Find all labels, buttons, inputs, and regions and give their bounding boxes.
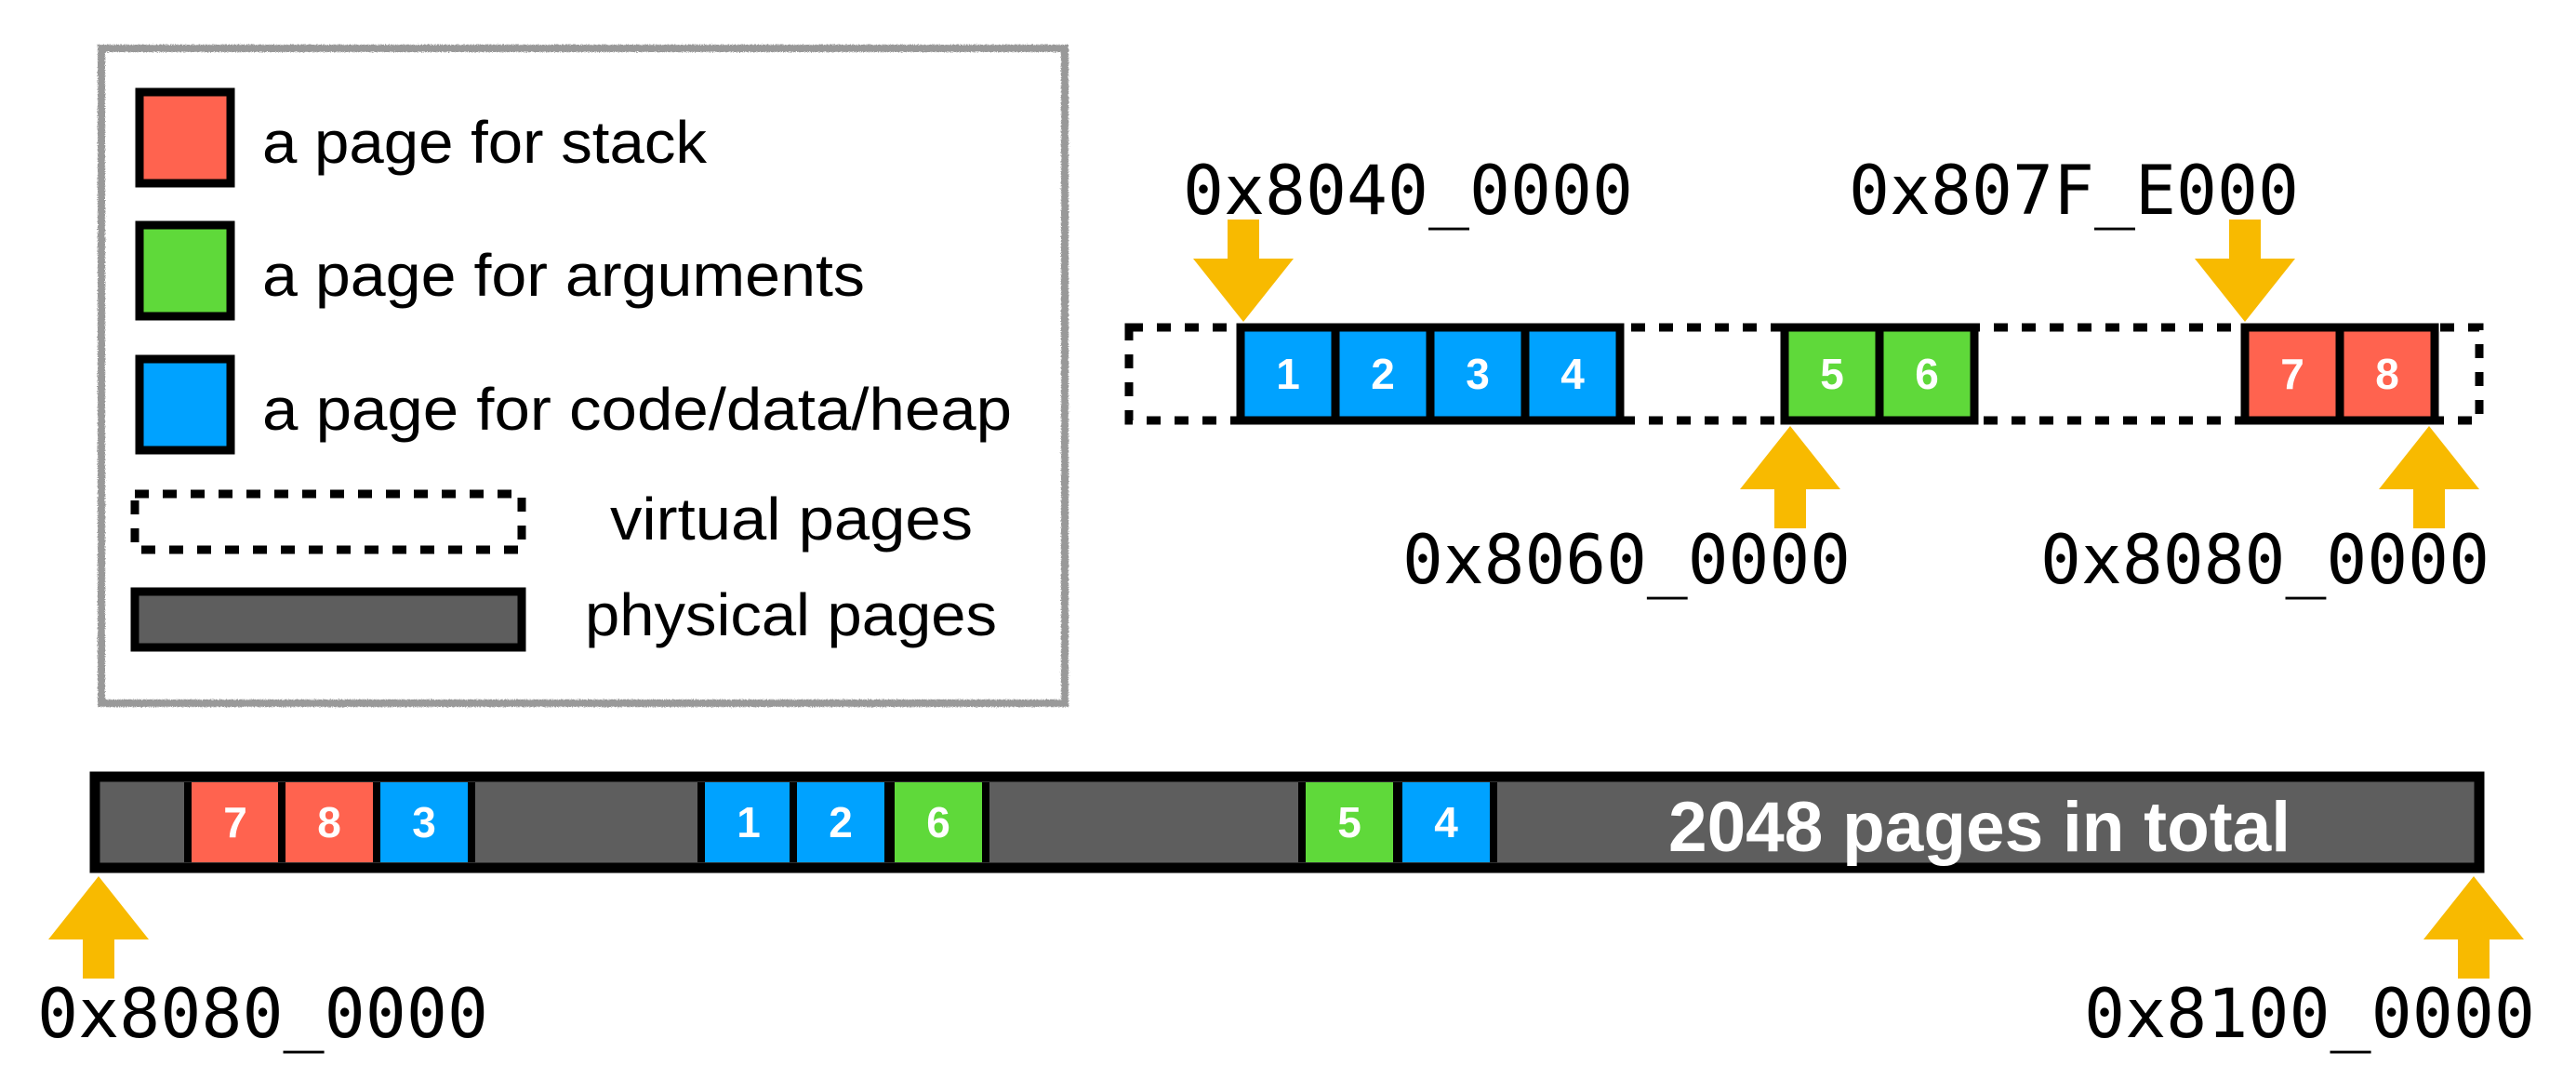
arrow-up-icon: [2379, 426, 2479, 528]
legend-label-arguments: a page for arguments: [262, 242, 865, 309]
physical-page-number: 2: [829, 798, 853, 846]
total-pages-label: 2048 pages in total: [1668, 788, 2291, 867]
virtual-page-number: 8: [2375, 350, 2399, 398]
physical-address-markers: 0x8080_0000 0x8100_0000: [37, 876, 2535, 1054]
arguments-swatch: [135, 220, 235, 321]
address-label-0x80800000-virtual: 0x8080_0000: [2040, 521, 2490, 600]
virtual-page-number: 4: [1560, 350, 1585, 398]
physical-page-number: 7: [223, 798, 247, 846]
legend-label-virtual: virtual pages: [610, 486, 973, 553]
code-swatch: [135, 354, 235, 455]
virtual-pages-row: 1 2 3 4 5 6 7 8: [1124, 323, 2484, 425]
arrow-up-icon: [1740, 426, 1840, 528]
physical-page-number: 8: [317, 798, 341, 846]
virtual-page-number: 6: [1915, 350, 1939, 398]
virtual-page-number: 3: [1466, 350, 1490, 398]
physical-page-number: 4: [1434, 798, 1458, 846]
arrow-up-icon: [48, 876, 149, 979]
legend-label-code: a page for code/data/heap: [262, 376, 1012, 443]
physical-pages-row: 7 8 3 1 2 6 5 4 2048 pages in total: [89, 771, 2485, 873]
physical-page-number: 5: [1337, 798, 1361, 846]
address-label-0x80400000: 0x8040_0000: [1183, 152, 1633, 231]
virtual-page-number: 7: [2280, 350, 2304, 398]
physical-page-number: 6: [926, 798, 950, 846]
legend-label-stack: a page for stack: [262, 109, 708, 176]
stack-swatch: [135, 87, 235, 188]
legend: a page for stack a page for arguments a …: [98, 45, 1069, 707]
address-label-0x80600000: 0x8060_0000: [1402, 521, 1851, 600]
physical-page-number: 1: [737, 798, 761, 846]
address-label-0x81000000: 0x8100_0000: [2084, 975, 2535, 1054]
physical-page-number: 3: [412, 798, 436, 846]
virtual-page-number: 1: [1276, 350, 1300, 398]
arrow-down-icon: [2195, 220, 2295, 322]
memory-layout-diagram: a page for stack a page for arguments a …: [37, 45, 2535, 1054]
address-label-0x80800000-physical: 0x8080_0000: [37, 975, 488, 1054]
virtual-page-number: 2: [1371, 350, 1395, 398]
physical-swatch: [130, 587, 526, 652]
arrow-up-icon: [2423, 876, 2524, 979]
legend-label-physical: physical pages: [585, 581, 997, 648]
arrow-down-icon: [1193, 220, 1294, 322]
virtual-page-number: 5: [1820, 350, 1844, 398]
address-label-0x807fe000: 0x807F_E000: [1849, 152, 2299, 231]
